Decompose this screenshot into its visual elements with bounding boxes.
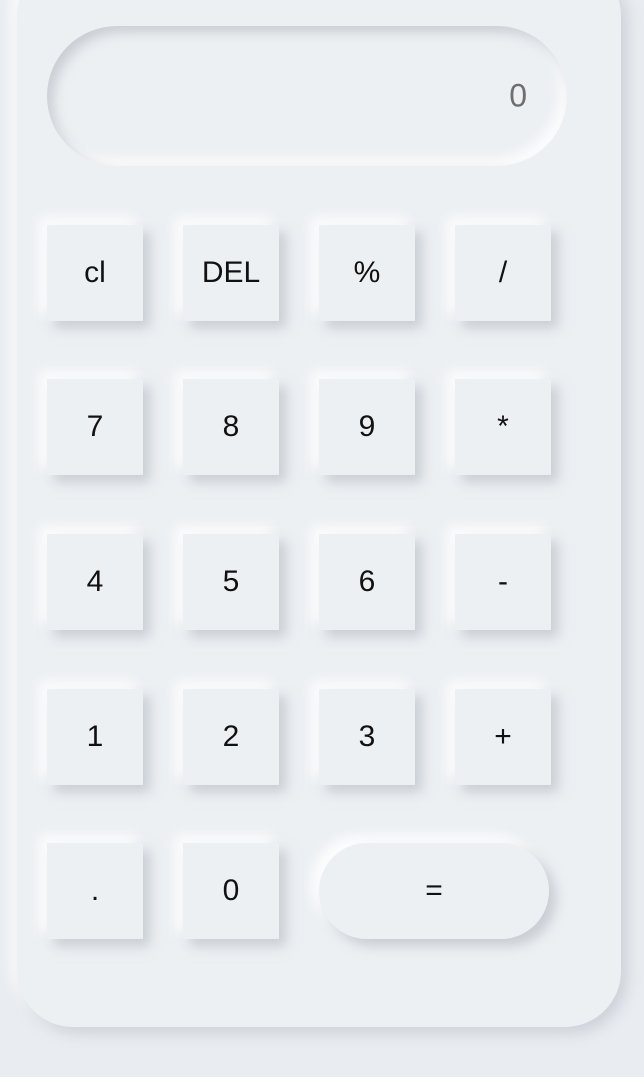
delete-button[interactable]: DEL xyxy=(183,225,279,321)
equals-button[interactable]: = xyxy=(319,843,549,939)
multiply-button[interactable]: * xyxy=(455,379,551,475)
digit-1-button[interactable]: 1 xyxy=(47,689,143,785)
digit-9-button[interactable]: 9 xyxy=(319,379,415,475)
subtract-button[interactable]: - xyxy=(455,534,551,630)
display-value: 0 xyxy=(509,77,527,114)
add-button[interactable]: + xyxy=(455,689,551,785)
digit-7-button[interactable]: 7 xyxy=(47,379,143,475)
digit-5-button[interactable]: 5 xyxy=(183,534,279,630)
digit-4-button[interactable]: 4 xyxy=(47,534,143,630)
decimal-button[interactable]: . xyxy=(47,843,143,939)
clear-button[interactable]: cl xyxy=(47,225,143,321)
digit-0-button[interactable]: 0 xyxy=(183,843,279,939)
digit-8-button[interactable]: 8 xyxy=(183,379,279,475)
digit-6-button[interactable]: 6 xyxy=(319,534,415,630)
percent-button[interactable]: % xyxy=(319,225,415,321)
digit-3-button[interactable]: 3 xyxy=(319,689,415,785)
calculator-display: 0 xyxy=(47,26,567,166)
digit-2-button[interactable]: 2 xyxy=(183,689,279,785)
divide-button[interactable]: / xyxy=(455,225,551,321)
